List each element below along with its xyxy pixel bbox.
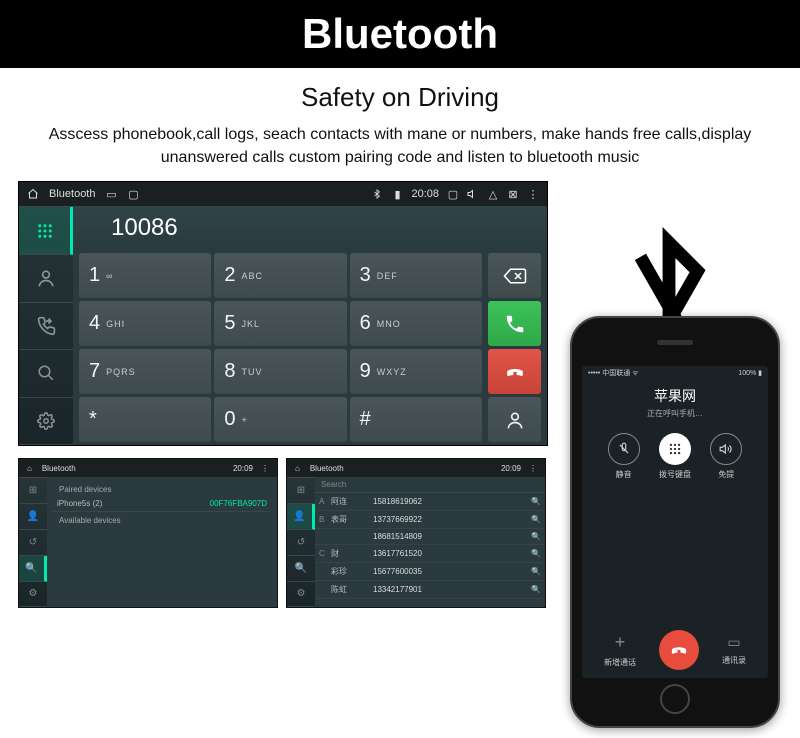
paired-device-row[interactable]: iPhone5s (2) 00F76FBA907D [53,496,271,512]
header-bar: Bluetooth [0,0,800,68]
thumb-sb-contacts[interactable]: 👤 [19,504,47,530]
speaker-button[interactable]: 免提 [710,433,742,480]
thumb-paired: ⌂ Bluetooth 20:09 ⋮ ⊞ 👤 ↺ 🔍 ⚙ Paired dev… [18,458,278,608]
thumb2-sb-contacts[interactable]: 👤 [287,504,315,530]
contact-row[interactable]: 彩珍15677600035🔍 [315,563,545,581]
thumb-sb-dialpad[interactable]: ⊞ [19,478,47,504]
keypad-button[interactable]: 拨号键盘 [659,433,691,480]
subtitle: Safety on Driving [0,82,800,113]
description-text: Asscess phonebook,call logs, seach conta… [0,123,800,181]
key-5[interactable]: 5JKL [214,301,346,346]
mute-button[interactable]: 静音 [608,433,640,480]
status-bar: Bluetooth ▭ ▢ ▮ 20:08 ▢ △ ⊠ ⋮ [19,182,547,206]
sidebar-contacts[interactable] [19,255,73,303]
contact-row[interactable]: 18681514809🔍 [315,529,545,545]
contact-row[interactable]: B表哥13737669922🔍 [315,511,545,529]
bluetooth-small-icon [371,188,383,200]
key-8[interactable]: 8TUV [214,349,346,394]
hangup-button[interactable] [488,349,541,394]
key-0[interactable]: 0+ [214,397,346,442]
key-star[interactable]: * [79,397,211,442]
end-call-button[interactable] [659,630,699,670]
backspace-button[interactable] [488,253,541,298]
home-button[interactable] [660,684,690,714]
more-icon[interactable]: ⋮ [527,188,539,200]
statusbar-time: 20:08 [411,188,439,200]
contact-row[interactable]: A阿连15818619062🔍 [315,493,545,511]
key-2[interactable]: 2ABC [214,253,346,298]
phone-mockup: ••••• 中国联通 ᯤ 100% ▮ 苹果网 正在呼叫手机… 静音 [570,316,780,728]
add-call-button[interactable]: + 新增通话 [604,632,636,668]
statusbar-label: Bluetooth [49,188,95,200]
signal-icon: ▮ [391,188,403,200]
key-4[interactable]: 4GHI [79,301,211,346]
search-field[interactable]: Search [315,477,545,493]
call-status: 正在呼叫手机… [582,408,768,419]
thumb2-sb-search[interactable]: 🔍 [287,556,315,582]
sidebar-settings[interactable] [19,398,73,446]
contact-row[interactable]: 陈虹13342177901🔍 [315,581,545,599]
available-header: Available devices [53,512,271,527]
home-icon[interactable]: ⌂ [27,464,32,473]
thumb-sb-settings[interactable]: ⚙ [19,582,47,608]
save-icon[interactable]: ▭ [105,188,117,200]
key-7[interactable]: 7PQRS [79,349,211,394]
mute-icon[interactable] [467,188,479,200]
thumb2-sb-dialpad[interactable]: ⊞ [287,478,315,504]
key-hash[interactable]: # [350,397,482,442]
sidebar-call-log[interactable] [19,303,73,351]
user-button[interactable] [488,397,541,442]
battery-icon: ▢ [447,188,459,200]
sidebar-search[interactable] [19,350,73,398]
eject-icon[interactable]: △ [487,188,499,200]
key-9[interactable]: 9WXYZ [350,349,482,394]
key-6[interactable]: 6MNO [350,301,482,346]
call-button[interactable] [488,301,541,346]
key-3[interactable]: 3DEF [350,253,482,298]
thumb-sb-search[interactable]: 🔍 [19,556,47,582]
sd-icon[interactable]: ▢ [127,188,139,200]
contacts-button[interactable]: ▭ 通讯录 [722,634,746,666]
sidebar-dialpad[interactable] [19,207,73,255]
thumb-contacts: ⌂ Bluetooth 20:09 ⋮ ⊞ 👤 ↺ 🔍 ⚙ Search A阿连… [286,458,546,608]
thumb2-sb-settings[interactable]: ⚙ [287,582,315,608]
dialer-panel: Bluetooth ▭ ▢ ▮ 20:08 ▢ △ ⊠ ⋮ [18,181,548,446]
thumb-sb-log[interactable]: ↺ [19,530,47,556]
header-title: Bluetooth [0,10,800,58]
home-icon[interactable] [27,188,39,200]
thumb2-sb-log[interactable]: ↺ [287,530,315,556]
contact-row[interactable]: C财13617761520🔍 [315,545,545,563]
dial-display: 10086 [73,206,547,250]
dial-keypad: 1∞ 2ABC 3DEF 4GHI 5JKL 6MNO 7PQRS 8TUV 9… [73,250,485,445]
paired-header: Paired devices [53,481,271,496]
sidebar [19,206,73,445]
home-icon[interactable]: ⌂ [295,464,300,473]
key-1[interactable]: 1∞ [79,253,211,298]
close-icon[interactable]: ⊠ [507,188,519,200]
caller-name: 苹果网 [582,386,768,406]
